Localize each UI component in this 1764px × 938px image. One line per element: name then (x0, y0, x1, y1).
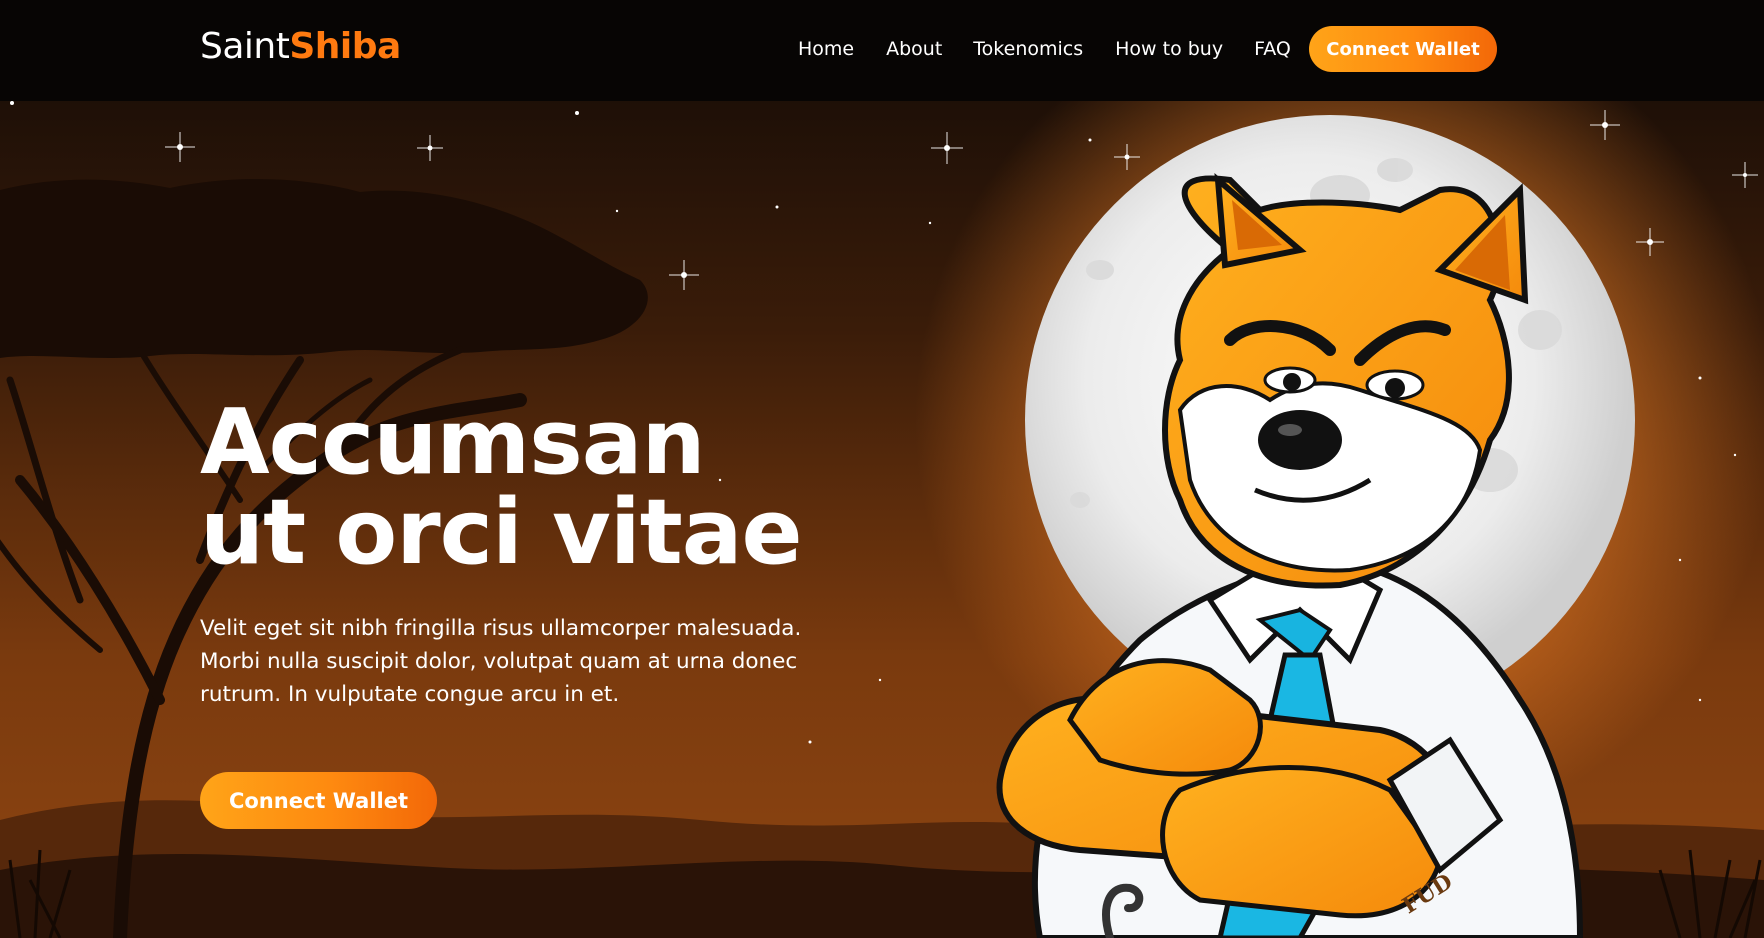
hero-description: Velit eget sit nibh fringilla risus ulla… (200, 616, 802, 707)
nav-link-faq[interactable]: FAQ (1254, 38, 1291, 60)
brand-logo[interactable]: SaintShiba (200, 26, 401, 67)
nav-link-how-to-buy[interactable]: How to buy (1115, 38, 1223, 60)
hero-title-line1: Accumsan (200, 390, 706, 495)
nav-link-home[interactable]: Home (798, 38, 854, 60)
hero-connect-wallet-button[interactable]: Connect Wallet (200, 772, 437, 829)
navbar: SaintShiba Home About Tokenomics How to … (0, 0, 1764, 101)
nav-link-tokenomics[interactable]: Tokenomics (973, 38, 1083, 60)
hero-title: Accumsan ut orci vitae (200, 398, 900, 578)
nav-links: Home About Tokenomics How to buy FAQ (798, 38, 1291, 60)
brand-name-part2: Shiba (289, 26, 401, 67)
hero-title-line2: ut orci vitae (200, 480, 803, 585)
nav-connect-wallet-button[interactable]: Connect Wallet (1309, 26, 1497, 72)
brand-name-part1: Saint (200, 26, 290, 67)
nav-link-about[interactable]: About (886, 38, 942, 60)
